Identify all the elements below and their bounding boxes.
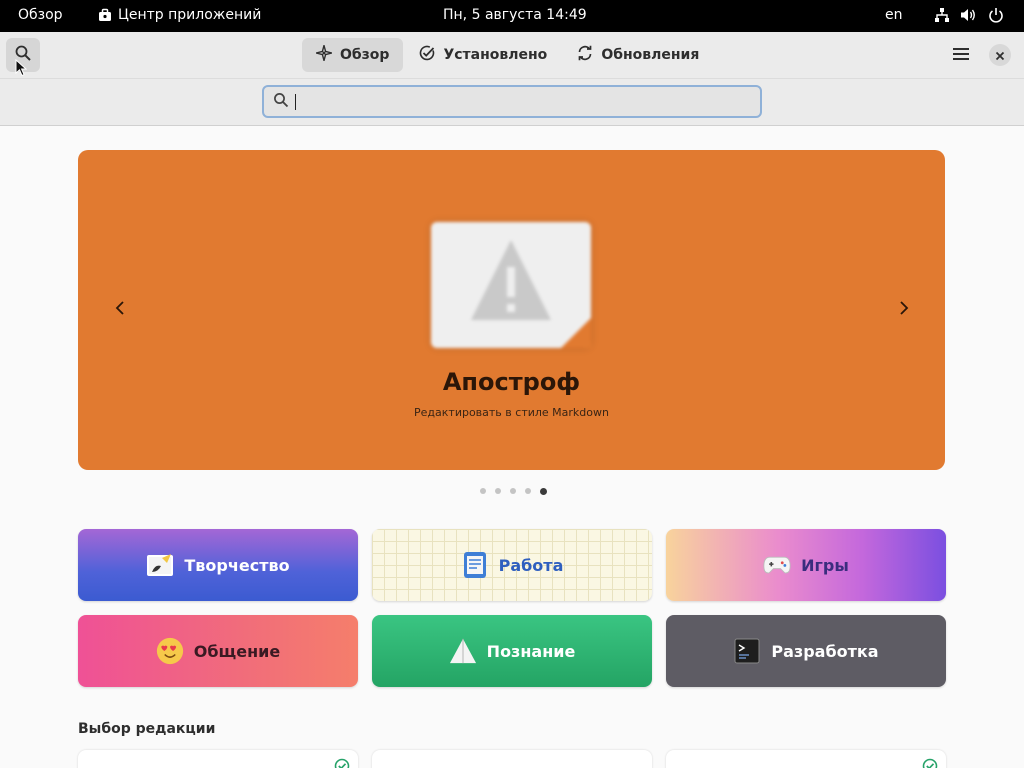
- carousel-prev-button[interactable]: [108, 298, 132, 322]
- tab-updates[interactable]: Обновления: [563, 38, 713, 72]
- carousel-dot[interactable]: [525, 488, 531, 494]
- tab-explore-label: Обзор: [340, 47, 390, 63]
- category-work-label: Работа: [498, 555, 564, 575]
- hamburger-menu-icon: [953, 46, 969, 65]
- carousel-dot[interactable]: [510, 488, 516, 494]
- category-develop[interactable]: Разработка: [666, 615, 946, 687]
- power-icon: [988, 7, 1004, 23]
- app-menu[interactable]: Центр приложений: [98, 7, 261, 23]
- carousel-dot[interactable]: [495, 488, 501, 494]
- tab-updates-label: Обновления: [601, 47, 700, 63]
- gamepad-icon: [763, 551, 791, 579]
- featured-app-title: Апостроф: [442, 368, 581, 396]
- category-social[interactable]: Общение: [78, 615, 358, 687]
- app-card[interactable]: [78, 750, 358, 768]
- mouse-pointer-icon: [15, 58, 28, 81]
- chevron-left-icon: [114, 300, 126, 320]
- category-create[interactable]: Творчество: [78, 529, 358, 601]
- close-icon: [995, 46, 1005, 65]
- check-circle-icon: [419, 45, 435, 65]
- explore-icon: [313, 42, 335, 65]
- network-icon: [934, 7, 950, 23]
- featured-carousel[interactable]: Апостроф Редактировать в стиле Markdown: [78, 150, 945, 470]
- volume-icon: [960, 7, 978, 23]
- chevron-right-icon: [898, 300, 910, 320]
- app-card[interactable]: [666, 750, 946, 768]
- terminal-icon: [733, 637, 761, 665]
- view-switcher: Обзор Установлено Обновления: [302, 38, 713, 72]
- carousel-dot-active[interactable]: [540, 487, 547, 495]
- carousel-indicator: [480, 487, 547, 495]
- category-develop-label: Разработка: [771, 641, 879, 661]
- window-close-button[interactable]: [989, 44, 1011, 66]
- category-create-label: Творчество: [184, 555, 290, 575]
- text-caret: [295, 93, 296, 110]
- search-bar: [0, 79, 1024, 126]
- work-icon: [461, 551, 489, 579]
- category-learn-label: Познание: [486, 641, 576, 661]
- app-card[interactable]: [372, 750, 652, 768]
- tab-installed[interactable]: Установлено: [405, 38, 561, 72]
- clock[interactable]: Пн, 5 августа 14:49: [443, 7, 587, 23]
- carousel-dot[interactable]: [480, 488, 486, 494]
- carousel-next-button[interactable]: [892, 298, 916, 322]
- smiley-icon: [156, 637, 184, 665]
- editors-choice-heading: Выбор редакции: [78, 721, 216, 737]
- learn-icon: [449, 637, 477, 665]
- top-panel: Обзор Центр приложений Пн, 5 августа 14:…: [0, 0, 1024, 32]
- category-work[interactable]: Работа: [372, 529, 652, 601]
- main-menu-button[interactable]: [944, 38, 978, 72]
- create-icon: [146, 551, 174, 579]
- search-icon: [273, 92, 289, 112]
- installed-check-icon: [922, 758, 938, 768]
- refresh-icon: [577, 45, 593, 65]
- search-field[interactable]: [262, 85, 762, 118]
- keyboard-layout-indicator[interactable]: en: [885, 7, 903, 23]
- app-bag-icon: [98, 8, 112, 22]
- installed-check-icon: [334, 758, 350, 768]
- header-bar: Обзор Установлено Обновления: [0, 32, 1024, 79]
- featured-app-subtitle: Редактировать в стиле Markdown: [414, 406, 609, 419]
- activities-button[interactable]: Обзор: [18, 7, 63, 23]
- category-learn[interactable]: Познание: [372, 615, 652, 687]
- search-input[interactable]: [302, 93, 742, 110]
- category-games[interactable]: Игры: [666, 529, 946, 601]
- app-menu-label: Центр приложений: [118, 7, 262, 23]
- system-tray[interactable]: [934, 7, 1004, 23]
- tab-installed-label: Установлено: [443, 47, 548, 63]
- category-games-label: Игры: [801, 555, 849, 575]
- category-social-label: Общение: [193, 641, 281, 661]
- tab-explore[interactable]: Обзор: [302, 38, 404, 72]
- app-icon-placeholder: [431, 222, 591, 348]
